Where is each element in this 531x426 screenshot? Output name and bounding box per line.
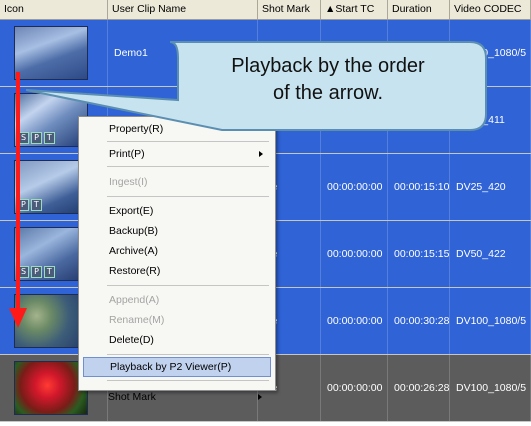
column-header: Icon User Clip Name Shot Mark ▲Start TC …: [0, 0, 531, 20]
menu-item-property[interactable]: Property(R): [83, 119, 271, 139]
menu-item-archive[interactable]: Archive(A): [83, 241, 271, 261]
menu-item-export[interactable]: Export(E): [83, 201, 271, 221]
context-menu: Property(R) Print(P) Ingest(I) Export(E)…: [78, 116, 276, 391]
menu-item-rename: Rename(M): [109, 314, 165, 326]
clip-thumbnail[interactable]: [14, 26, 88, 80]
col-user-clip-name[interactable]: User Clip Name: [108, 0, 258, 19]
video-codec-cell: DV100_1080/5: [450, 288, 531, 354]
callout-line-2: of the arrow.: [272, 82, 384, 104]
clip-badge: T: [30, 199, 42, 211]
video-codec-cell: DV50_422: [450, 221, 531, 287]
clip-thumbnail[interactable]: [14, 294, 88, 348]
menu-item-print-label: Print(P): [109, 148, 145, 160]
duration-cell: 00:00:15:15: [388, 221, 450, 287]
callout-text: Playback by the order of the arrow.: [178, 53, 478, 107]
menu-separator: [107, 141, 269, 142]
start-tc-cell: 00:00:00:00: [321, 355, 388, 421]
menu-item-shot-mark[interactable]: Shot Mark: [82, 387, 270, 407]
menu-separator: [107, 196, 269, 197]
menu-separator: [107, 354, 269, 355]
video-codec-cell: DV25_420: [450, 154, 531, 220]
col-shot-mark[interactable]: Shot Mark: [258, 0, 321, 19]
menu-separator: [107, 285, 269, 286]
clip-thumbnail[interactable]: PT: [14, 160, 88, 214]
menu-separator: [107, 166, 269, 167]
col-duration[interactable]: Duration: [388, 0, 450, 19]
clip-thumbnail[interactable]: SPT: [14, 227, 88, 281]
clip-badges: PT: [18, 199, 42, 211]
start-tc-cell: 00:00:00:00: [321, 221, 388, 287]
start-tc-cell: 00:00:00:00: [321, 288, 388, 354]
col-start-tc[interactable]: ▲Start TC: [321, 0, 388, 19]
menu-item-backup[interactable]: Backup(B): [83, 221, 271, 241]
menu-item-shot-mark-label: Shot Mark: [108, 391, 156, 403]
submenu-arrow-icon: [259, 151, 263, 157]
duration-cell: 00:00:30:28: [388, 288, 450, 354]
duration-cell: 00:00:26:28: [388, 355, 450, 421]
clip-badge: P: [31, 132, 42, 144]
clip-thumbnail[interactable]: SPT: [14, 93, 88, 147]
clip-thumbnail-cell[interactable]: [0, 20, 108, 86]
menu-item-playback-p2-viewer[interactable]: Playback by P2 Viewer(P): [83, 357, 271, 377]
menu-item-print[interactable]: Print(P): [83, 144, 271, 164]
clip-badge: S: [18, 266, 30, 278]
menu-item-append: Append(A): [109, 294, 160, 306]
col-icon[interactable]: Icon: [0, 0, 108, 19]
clip-badge: P: [18, 199, 29, 211]
menu-item-delete[interactable]: Delete(D): [83, 330, 271, 350]
duration-cell: 00:00:15:10: [388, 154, 450, 220]
clip-badges: SPT: [18, 266, 55, 278]
clip-badge: P: [31, 266, 42, 278]
submenu-arrow-icon: [258, 394, 262, 400]
clip-badge: S: [18, 132, 30, 144]
clip-thumbnail[interactable]: [14, 361, 88, 415]
clip-badges: SPT: [18, 132, 55, 144]
col-video-codec[interactable]: Video CODEC: [450, 0, 531, 19]
clip-badge: T: [43, 266, 55, 278]
video-codec-cell: DV100_1080/5: [450, 355, 531, 421]
callout-line-1: Playback by the order: [231, 55, 425, 77]
start-tc-cell: 00:00:00:00: [321, 154, 388, 220]
menu-separator: [107, 380, 269, 381]
clip-badge: T: [43, 132, 55, 144]
menu-item-restore[interactable]: Restore(R): [83, 261, 271, 281]
menu-item-ingest: Ingest(I): [109, 176, 148, 188]
